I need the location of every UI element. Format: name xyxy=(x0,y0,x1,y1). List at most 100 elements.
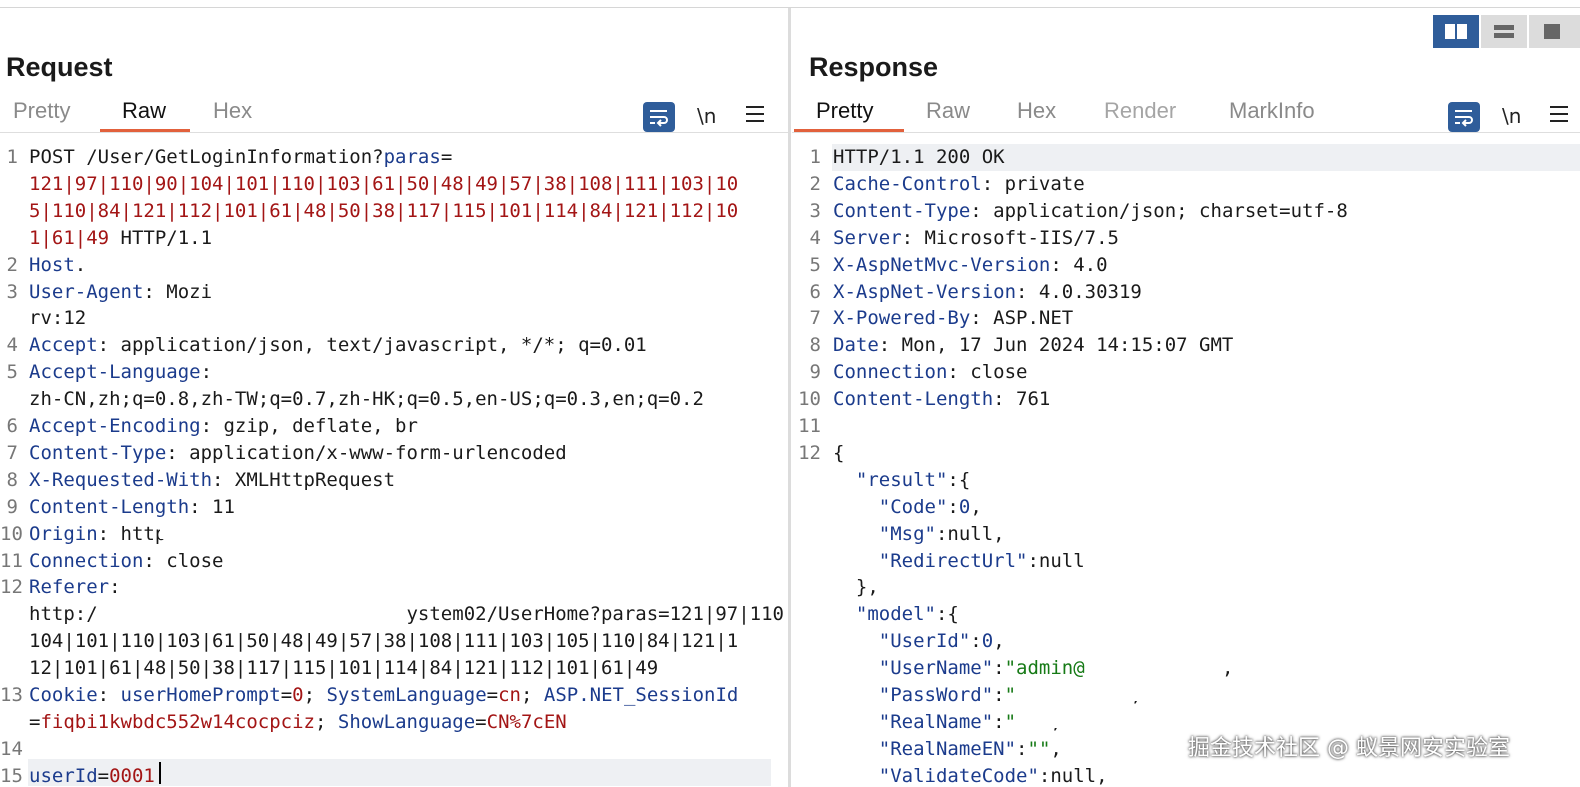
request-tab-separator xyxy=(0,132,789,133)
code-token: : 4.0.30319 xyxy=(1016,281,1142,303)
layout-side-by-side-button[interactable] xyxy=(1433,15,1479,48)
response-tab-pretty[interactable]: Pretty xyxy=(816,98,873,124)
code-token: X-Powered-By xyxy=(833,307,971,329)
code-token: POST /User/GetLoginInformation? xyxy=(29,146,384,168)
response-tab-separator xyxy=(792,132,1580,133)
text-cursor xyxy=(159,762,161,784)
line-number: 14 xyxy=(0,738,23,760)
line-number xyxy=(0,386,18,413)
code-token: 121|97|110|90|104|101|110|103|61|50|48|4… xyxy=(29,173,739,195)
code-token: : xyxy=(993,657,1005,679)
code-token: cn xyxy=(498,684,521,706)
response-hamburger-menu-icon[interactable] xyxy=(1550,104,1570,124)
line-number xyxy=(792,736,821,763)
code-token: ystem02/UserHome?paras=121|97|110|90| xyxy=(97,603,789,625)
code-token: = xyxy=(475,711,487,733)
code-line: Content-Type: application/x-www-form-url… xyxy=(29,440,567,467)
line-number xyxy=(792,521,821,548)
code-token: Connection xyxy=(29,550,144,572)
line-number: 4 xyxy=(6,334,18,356)
code-token: : Microsoft-IIS/7.5 xyxy=(901,227,1119,249)
request-tab-pretty[interactable]: Pretty xyxy=(13,98,70,124)
code-line: http:/ ystem02/UserHome?paras=121|97|110… xyxy=(29,601,789,628)
code-token: :null, xyxy=(1038,765,1108,787)
line-number: 9 xyxy=(809,361,821,383)
redaction-host xyxy=(100,250,420,268)
code-token: "UserId" xyxy=(878,630,971,652)
code-token: : xyxy=(1016,738,1028,760)
code-line: userId=0001 xyxy=(29,763,155,787)
code-token: "result" xyxy=(855,469,948,491)
line-number xyxy=(0,305,18,332)
word-wrap-icon xyxy=(650,110,668,127)
line-number: 4 xyxy=(809,227,821,249)
code-token: : http xyxy=(97,523,167,545)
code-token: Referer xyxy=(29,576,110,598)
response-tab-markinfo[interactable]: MarkInfo xyxy=(1229,98,1315,124)
line-number: 5 xyxy=(6,361,18,383)
hamburger-menu-icon[interactable] xyxy=(746,104,766,124)
code-token: zh-CN,zh;q=0.8,zh-TW;q=0.7,zh-HK;q=0.5,e… xyxy=(29,388,704,410)
code-token: : xyxy=(947,496,959,518)
request-tab-raw[interactable]: Raw xyxy=(122,98,166,124)
code-token: : gzip, deflate, br xyxy=(200,415,418,437)
code-token: X-Requested-With xyxy=(29,469,213,491)
code-line: Cookie: userHomePrompt=0; SystemLanguage… xyxy=(29,682,738,709)
code-token: Content-Length xyxy=(29,496,190,518)
code-token: 0 xyxy=(292,684,304,706)
code-token: userHomePrompt xyxy=(120,684,281,706)
layout-single-pane-button[interactable] xyxy=(1529,15,1580,48)
line-number: 12 xyxy=(0,576,23,598)
line-number xyxy=(792,574,821,601)
code-token: Content-Type xyxy=(833,200,971,222)
code-token: 5|110|84|121|112|101|61|48|50|38|117|115… xyxy=(29,200,739,222)
response-word-wrap-button[interactable] xyxy=(1448,102,1480,132)
line-number: 11 xyxy=(0,550,23,572)
line-number xyxy=(792,628,821,655)
code-token: : xyxy=(200,361,213,383)
line-number: 8 xyxy=(809,334,821,356)
code-line: "result":{ xyxy=(833,467,970,494)
line-number xyxy=(0,655,18,682)
line-number: 15 xyxy=(0,765,23,787)
code-token: : 11 xyxy=(189,496,235,518)
response-newline-toggle-button[interactable]: \n xyxy=(1502,104,1521,128)
line-number xyxy=(0,709,18,736)
code-line: Server: Microsoft-IIS/7.5 xyxy=(833,225,1119,252)
response-tab-raw[interactable]: Raw xyxy=(926,98,970,124)
code-token: ShowLanguage xyxy=(337,711,476,733)
line-number: 9 xyxy=(6,496,18,518)
code-token: , xyxy=(1221,657,1234,679)
redaction-origin xyxy=(160,521,400,539)
newline-toggle-button[interactable]: \n xyxy=(697,104,716,128)
line-number xyxy=(792,467,821,494)
code-line: POST /User/GetLoginInformation?paras= xyxy=(29,144,452,171)
code-token: : 761 xyxy=(993,388,1051,410)
panel-splitter[interactable] xyxy=(788,8,791,787)
request-tab-hex[interactable]: Hex xyxy=(213,98,252,124)
line-number: 2 xyxy=(809,173,821,195)
line-number xyxy=(0,171,18,198)
code-line: zh-CN,zh;q=0.8,zh-TW;q=0.7,zh-HK;q=0.5,e… xyxy=(29,386,704,413)
line-number xyxy=(0,628,18,655)
word-wrap-button[interactable] xyxy=(643,102,675,132)
code-token: Accept xyxy=(29,334,98,356)
side-by-side-layout-icon xyxy=(1445,24,1467,39)
code-token: Cookie xyxy=(29,684,98,706)
code-token: ; xyxy=(520,684,544,706)
response-tab-render[interactable]: Render xyxy=(1104,98,1176,124)
watermark-text: 掘金技术社区 @ 蚁景网安实验室 xyxy=(1188,736,1510,761)
redaction-user-agent xyxy=(245,278,665,296)
code-token: "Code" xyxy=(878,496,948,518)
code-token: = xyxy=(97,765,110,787)
code-token: "" xyxy=(1027,738,1051,760)
response-tab-hex[interactable]: Hex xyxy=(1017,98,1056,124)
layout-stacked-button[interactable] xyxy=(1481,15,1527,48)
line-number: 3 xyxy=(809,200,821,222)
request-title: Request xyxy=(6,52,113,82)
code-token: : xyxy=(970,630,982,652)
